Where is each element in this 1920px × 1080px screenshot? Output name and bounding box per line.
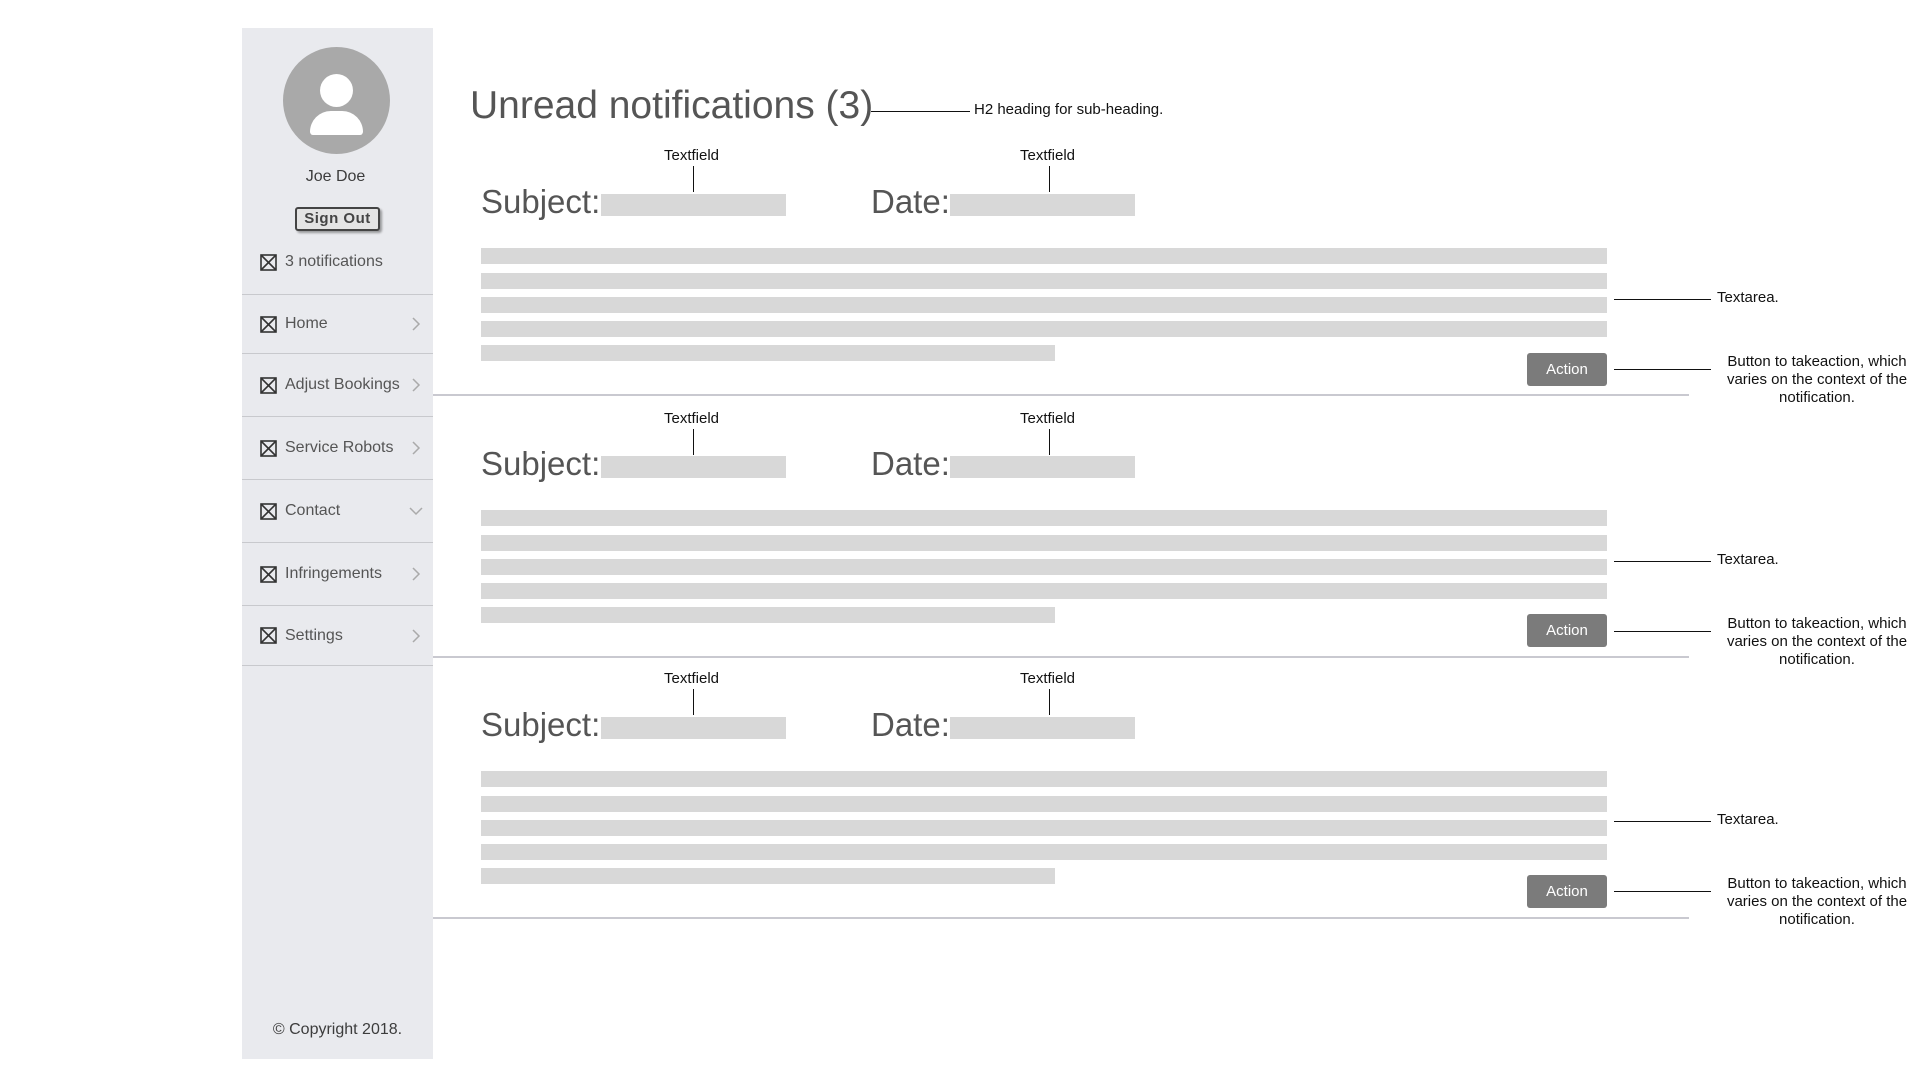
notification-divider [433,394,1689,396]
annotation-leader-line [693,429,694,455]
textarea-line [481,345,1055,361]
notifications-count-label: 3 notifications [285,253,383,270]
date-field[interactable] [950,717,1135,739]
image-placeholder-icon [260,502,277,520]
copyright: © Copyright 2018. [272,1021,403,1038]
subject-label: Subject: [481,445,601,482]
textarea-line [481,844,1607,860]
textarea-line [481,273,1607,289]
user-avatar-icon[interactable] [283,47,390,154]
button-annotation: Button to takeaction, which varies on th… [1726,875,1908,928]
heading-annotation: H2 heading for sub-heading. [974,101,1164,118]
annotation-leader-line [871,111,970,112]
date-label: Date: [871,445,950,482]
chevron-down-icon [409,507,423,516]
sidebar-item-label: Contact [285,502,341,519]
page-title: Unread notifications (3) [470,84,874,127]
chevron-right-icon [412,441,421,455]
action-button[interactable]: Action [1527,875,1607,908]
avatar-head-shape [320,74,353,107]
date-label: Date: [871,183,950,220]
subject-field[interactable] [601,717,786,739]
subject-label: Subject: [481,706,601,743]
annotation-leader-line [693,166,694,192]
user-name: Joe Doe [305,168,366,185]
chevron-right-icon [412,567,421,581]
textarea-annotation: Textarea. [1717,551,1779,568]
subject-field-annotation: Textfield [664,147,720,164]
date-field-annotation: Textfield [1020,147,1076,164]
textarea-line [481,510,1607,526]
button-annotation: Button to takeaction, which varies on th… [1726,353,1908,406]
sidebar-item-contact[interactable]: Contact [242,479,433,542]
subject-field[interactable] [601,456,786,478]
annotation-leader-line [1614,821,1711,822]
action-button[interactable]: Action [1527,614,1607,647]
textarea-line [481,559,1607,575]
image-placeholder-icon [260,376,277,394]
annotation-leader-line [1049,166,1050,192]
textarea-line [481,796,1607,812]
subject-field[interactable] [601,194,786,216]
sidebar-item-adjust-bookings[interactable]: Adjust Bookings [242,353,433,416]
sidebar-item-home[interactable]: Home [242,294,433,353]
textarea-line [481,868,1055,884]
image-placeholder-icon [260,627,277,644]
subject-field-annotation: Textfield [664,410,720,427]
textarea-annotation: Textarea. [1717,289,1779,306]
button-annotation: Button to takeaction, which varies on th… [1726,615,1908,668]
textarea-line [481,535,1607,551]
chevron-right-icon [412,317,421,331]
subject-field-annotation: Textfield [664,670,720,687]
date-label: Date: [871,706,950,743]
image-placeholder-icon [260,565,277,583]
annotation-leader-line [1049,429,1050,455]
annotation-leader-line [693,689,694,715]
notifications-link[interactable]: 3 notifications [260,252,383,272]
sidebar-item-label: Home [285,315,328,332]
sidebar-item-service-robots[interactable]: Service Robots [242,416,433,479]
textarea-line [481,321,1607,337]
date-field[interactable] [950,456,1135,478]
sidebar-item-label: Infringements [285,565,382,582]
sidebar-item-infringements[interactable]: Infringements [242,542,433,605]
annotation-leader-line [1614,299,1711,300]
avatar-body-shape [310,111,363,135]
annotation-leader-line [1614,561,1711,562]
textarea-annotation: Textarea. [1717,811,1779,828]
textarea-line [481,583,1607,599]
sign-out-button[interactable]: Sign Out [295,207,380,231]
sidebar-item-settings[interactable]: Settings [242,605,433,665]
image-placeholder-icon [260,253,277,271]
annotation-leader-line [1614,631,1711,632]
textarea-line [481,607,1055,623]
sidebar-item-label: Adjust Bookings [285,376,400,393]
date-field-annotation: Textfield [1020,410,1076,427]
sidebar-item-label: Settings [285,626,343,644]
textarea-line [481,248,1607,264]
annotation-leader-line [1049,689,1050,715]
action-button[interactable]: Action [1527,353,1607,386]
subject-label: Subject: [481,183,601,220]
textarea-line [481,297,1607,313]
chevron-right-icon [412,628,421,643]
date-field-annotation: Textfield [1020,670,1076,687]
chevron-right-icon [412,378,421,392]
page: Joe Doe Sign Out 3 notifications Home Ad… [0,0,1920,1080]
nav-divider [242,665,433,666]
image-placeholder-icon [260,439,277,457]
sidebar: Joe Doe Sign Out 3 notifications Home Ad… [242,28,433,1059]
image-placeholder-icon [260,315,277,333]
textarea-line [481,820,1607,836]
annotation-leader-line [1614,369,1711,370]
annotation-leader-line [1614,891,1711,892]
notification-divider [433,656,1689,658]
sidebar-item-label: Service Robots [285,439,394,456]
textarea-line [481,771,1607,787]
notification-divider [433,917,1689,919]
date-field[interactable] [950,194,1135,216]
